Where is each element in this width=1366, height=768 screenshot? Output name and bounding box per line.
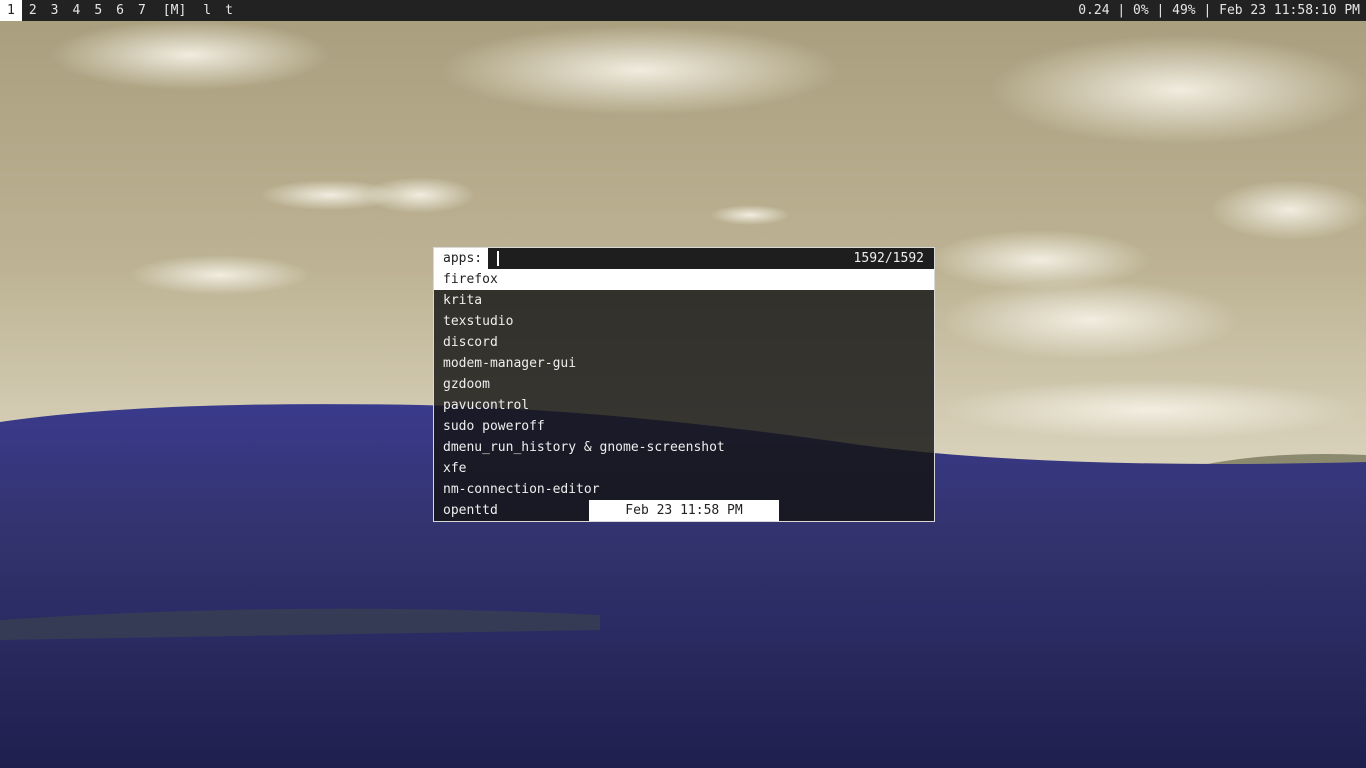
- tag-4[interactable]: 4: [65, 0, 87, 21]
- launcher-item-gzdoom[interactable]: gzdoom: [434, 374, 934, 395]
- launcher-search-input[interactable]: [488, 248, 854, 269]
- launcher-prompt-label: apps:: [434, 248, 489, 269]
- launcher-item-xfe[interactable]: xfe: [434, 458, 934, 479]
- tag-list: 1 2 3 4 5 6 7 [M] l t: [0, 0, 240, 21]
- launcher-item-discord[interactable]: discord: [434, 332, 934, 353]
- text-cursor: [497, 251, 499, 266]
- launcher-item-krita[interactable]: krita: [434, 290, 934, 311]
- bar-extra-l[interactable]: l: [196, 0, 218, 21]
- match-count: 1592/1592: [853, 251, 924, 266]
- launcher-item-modem-manager-gui[interactable]: modem-manager-gui: [434, 353, 934, 374]
- launcher-item-dmenu-run-history[interactable]: dmenu_run_history & gnome-screenshot: [434, 437, 934, 458]
- launcher-prompt-row: apps: 1592/1592: [434, 248, 934, 269]
- tag-5[interactable]: 5: [87, 0, 109, 21]
- launcher-item-list: firefox krita texstudio discord modem-ma…: [434, 269, 934, 521]
- launcher-item-pavucontrol[interactable]: pavucontrol: [434, 395, 934, 416]
- launcher-item-nm-connection-editor[interactable]: nm-connection-editor: [434, 479, 934, 500]
- launcher-item-firefox[interactable]: firefox: [434, 269, 934, 290]
- tag-6[interactable]: 6: [109, 0, 131, 21]
- status-text: 0.24 | 0% | 49% | Feb 23 11:58:10 PM: [1078, 3, 1360, 18]
- launcher-item-sudo-poweroff[interactable]: sudo poweroff: [434, 416, 934, 437]
- launcher-item-texstudio[interactable]: texstudio: [434, 311, 934, 332]
- status-bar: 1 2 3 4 5 6 7 [M] l t 0.24 | 0% | 49% | …: [0, 0, 1366, 21]
- layout-symbol[interactable]: [M]: [153, 0, 196, 21]
- tag-7[interactable]: 7: [131, 0, 153, 21]
- tag-3[interactable]: 3: [44, 0, 66, 21]
- clock-notification: Feb 23 11:58 PM: [589, 500, 779, 521]
- app-launcher: apps: 1592/1592 firefox krita texstudio …: [433, 247, 935, 522]
- tag-1[interactable]: 1: [0, 0, 22, 21]
- bar-extra-t[interactable]: t: [218, 0, 240, 21]
- tag-2[interactable]: 2: [22, 0, 44, 21]
